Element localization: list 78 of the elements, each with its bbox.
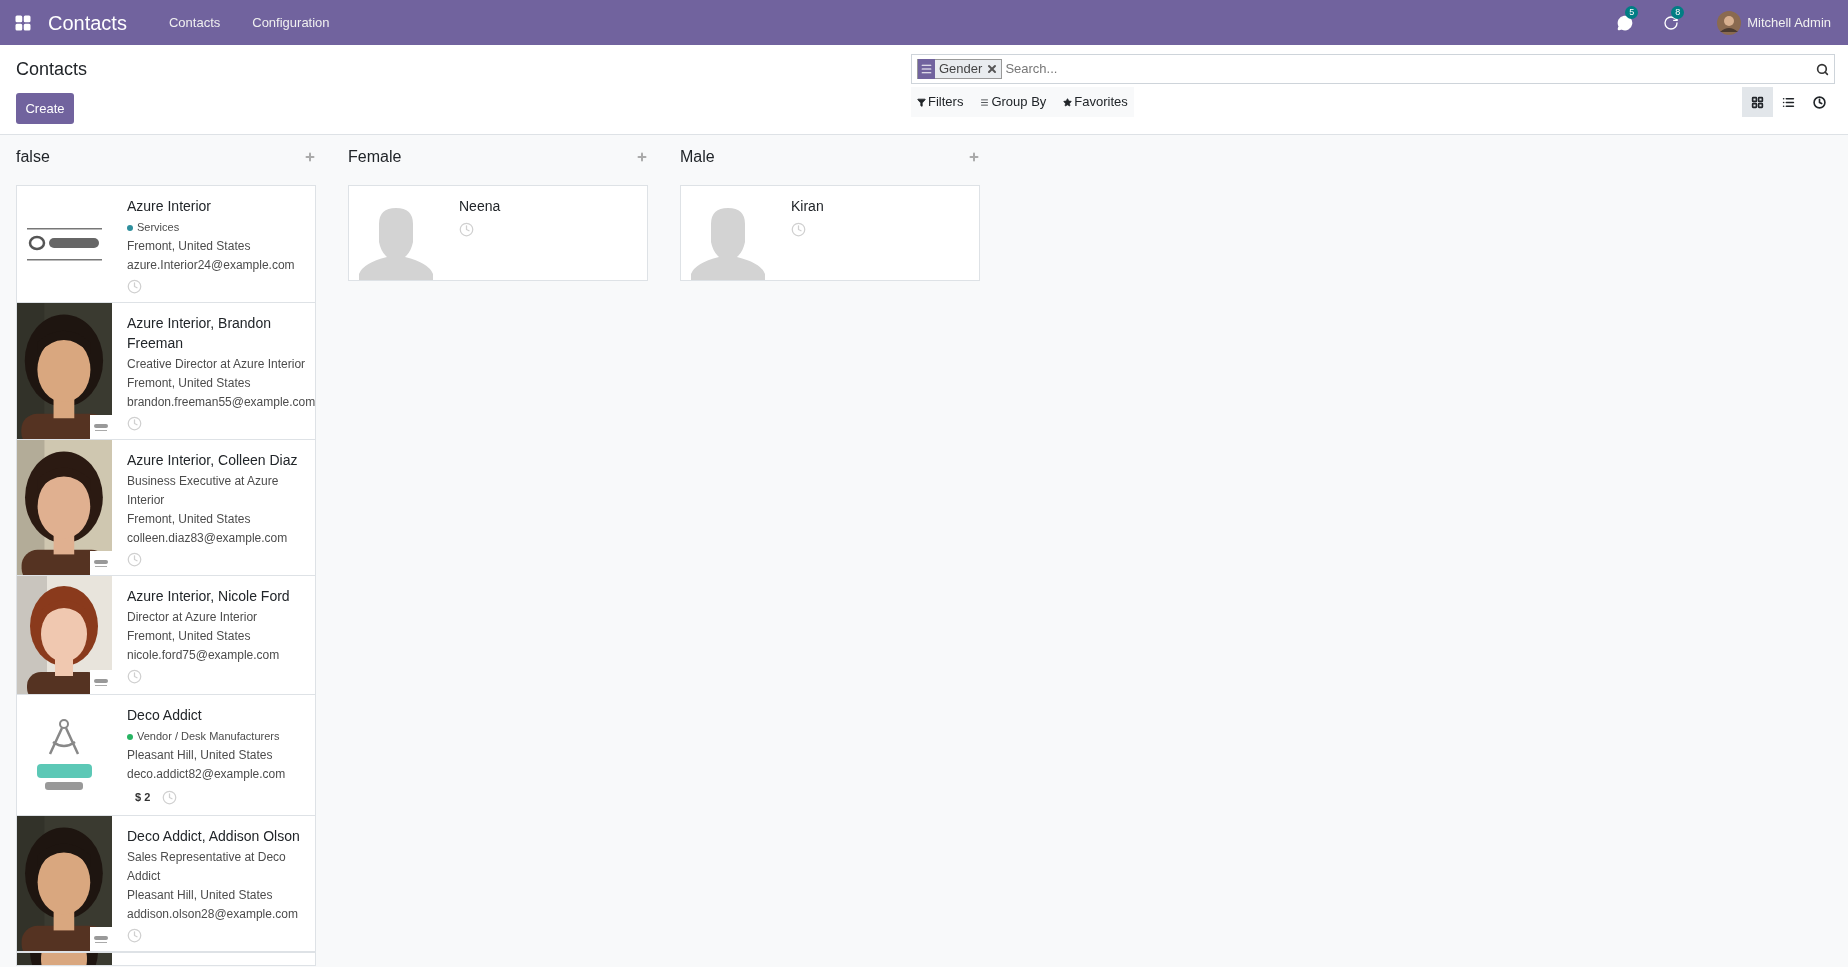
contact-detail: Fremont, United States bbox=[127, 375, 252, 392]
add-card-icon[interactable] bbox=[304, 151, 316, 163]
contact-detail: Business Executive at Azure Interior bbox=[127, 473, 280, 509]
add-card-icon[interactable] bbox=[636, 151, 648, 163]
activity-view-icon bbox=[1813, 95, 1826, 109]
contact-detail: Pleasant Hill, United States bbox=[127, 887, 274, 904]
contact-name: Kiran bbox=[791, 197, 824, 216]
contact-name: Deco Addict, Addison Olson bbox=[127, 827, 301, 846]
contact-detail: Director at Azure Interior bbox=[127, 609, 259, 626]
contact-name: Azure Interior, Nicole Ford bbox=[127, 587, 290, 606]
contact-detail: deco.addict82@example.com bbox=[127, 766, 286, 783]
column-title: false bbox=[16, 147, 50, 167]
user-name[interactable]: Mitchell Admin bbox=[1747, 12, 1831, 33]
kanban-card[interactable]: Kiran bbox=[680, 185, 980, 281]
search-input[interactable]: Search... bbox=[1002, 59, 1816, 79]
filter-menu-button[interactable]: Group By bbox=[980, 92, 1047, 112]
kanban-card[interactable]: Azure Interior, Colleen Diaz Business Executive at Azure Interior Fremont, United States colleen.diaz83@example.com bbox=[16, 439, 316, 576]
column-title: Female bbox=[348, 147, 402, 167]
count-badge: 8 bbox=[1671, 5, 1685, 19]
activity-clock-icon[interactable] bbox=[162, 790, 178, 805]
contact-tag: Services bbox=[137, 218, 180, 237]
app-title: Contacts bbox=[48, 10, 127, 36]
create-button[interactable]: Create bbox=[16, 93, 74, 124]
contact-detail: colleen.diaz83@example.com bbox=[127, 530, 289, 547]
column-title: Male bbox=[680, 147, 715, 167]
filter-menu-button[interactable]: Filters bbox=[917, 92, 964, 112]
kanban-card[interactable]: Deco Addict, Addison Olson Sales Representative at Deco Addict Pleasant Hill, United States addison.olson28@example.com bbox=[16, 815, 316, 952]
filter-menu-button[interactable]: Favorites bbox=[1063, 92, 1128, 112]
contact-tag: Vendor / Desk Manufacturers bbox=[137, 727, 280, 746]
apps-menu-icon[interactable] bbox=[14, 13, 32, 32]
messages-icon[interactable] bbox=[1617, 14, 1634, 31]
kanban-card[interactable]: Deco Addict Vendor / Desk Manufacturers Pleasant Hill, United States deco.addict82@example.com $ 2 bbox=[16, 694, 316, 816]
contact-detail: azure.Interior24@example.com bbox=[127, 257, 295, 274]
activity-clock-icon[interactable] bbox=[127, 928, 142, 943]
contact-detail: nicole.ford75@example.com bbox=[127, 647, 281, 664]
invoice-amount: $ 2 bbox=[134, 790, 151, 805]
star-icon bbox=[1063, 97, 1073, 107]
activities-icon[interactable] bbox=[1663, 14, 1680, 31]
contact-name: Azure Interior, Colleen Diaz bbox=[127, 451, 299, 470]
kanban-card[interactable]: Azure Interior, Brandon Freeman Creative Director at Azure Interior Fremont, United States brandon.freeman55@example.com bbox=[16, 302, 316, 440]
activity-clock-icon[interactable] bbox=[127, 279, 142, 294]
contact-detail: Fremont, United States bbox=[127, 511, 252, 528]
contact-name: Deco Addict bbox=[127, 706, 203, 725]
list-icon bbox=[980, 97, 990, 107]
group-by-icon bbox=[918, 59, 935, 79]
contact-detail: Pleasant Hill, United States bbox=[127, 747, 274, 764]
count-badge: 5 bbox=[1625, 5, 1639, 19]
contact-detail: Sales Representative at Deco Addict bbox=[127, 849, 287, 885]
menu-item[interactable]: Contacts bbox=[152, 12, 237, 33]
contact-name: Azure Interior bbox=[127, 197, 213, 216]
activity-clock-icon[interactable] bbox=[127, 416, 142, 431]
kanban-card[interactable]: Azure Interior Services Fremont, United States azure.Interior24@example.com bbox=[16, 185, 316, 303]
search-facet[interactable]: Gender bbox=[917, 59, 1003, 79]
add-card-icon[interactable] bbox=[968, 151, 980, 163]
activity-clock-icon[interactable] bbox=[127, 669, 142, 684]
contact-detail: Creative Director at Azure Interior bbox=[127, 356, 307, 373]
contact-detail: Fremont, United States bbox=[127, 238, 252, 255]
remove-facet-icon[interactable] bbox=[986, 63, 999, 75]
activity-clock-icon[interactable] bbox=[791, 222, 806, 237]
filter-icon bbox=[917, 97, 926, 107]
contact-name: Neena bbox=[459, 197, 501, 216]
activity-clock-icon[interactable] bbox=[459, 222, 474, 237]
search-icon[interactable] bbox=[1816, 62, 1829, 76]
contact-detail: Fremont, United States bbox=[127, 628, 252, 645]
menu-item[interactable]: Configuration bbox=[236, 12, 346, 33]
kanban-view-icon bbox=[1751, 95, 1764, 109]
list-view-icon bbox=[1782, 95, 1795, 109]
contact-name: Azure Interior, Brandon Freeman bbox=[127, 314, 272, 353]
facet-label: Gender bbox=[938, 60, 984, 79]
kanban-card[interactable]: Azure Interior, Nicole Ford Director at Azure Interior Fremont, United States nicole.ford75@example.com bbox=[16, 575, 316, 695]
view-switcher-button[interactable] bbox=[1742, 87, 1773, 117]
contact-detail: addison.olson28@example.com bbox=[127, 906, 299, 923]
breadcrumb: Contacts bbox=[16, 58, 88, 81]
kanban-card[interactable]: Neena bbox=[348, 185, 648, 281]
search-bar[interactable]: Gender Search... bbox=[911, 54, 1835, 84]
contact-detail: brandon.freeman55@example.com bbox=[127, 394, 316, 411]
user-avatar[interactable] bbox=[1717, 10, 1742, 35]
activity-clock-icon[interactable] bbox=[127, 552, 142, 567]
